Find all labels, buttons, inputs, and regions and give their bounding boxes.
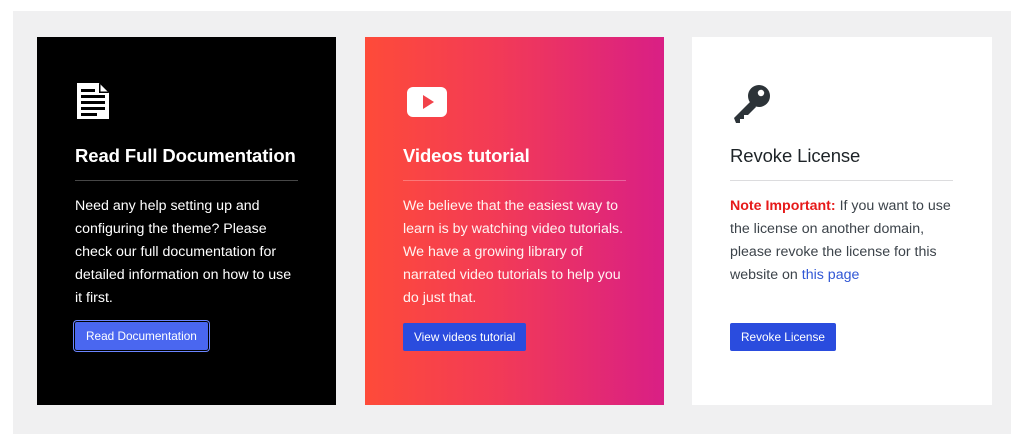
card-title: Read Full Documentation — [75, 145, 296, 166]
documentation-card: Read Full Documentation Need any help se… — [37, 37, 336, 405]
card-description: Need any help setting up and configuring… — [75, 198, 292, 306]
card-description: Note Important: If you want to use the l… — [730, 195, 956, 287]
note-label: Note Important: — [730, 198, 836, 214]
revoke-license-card: Revoke License Note Important: If you wa… — [692, 37, 992, 405]
play-video-icon — [403, 84, 451, 120]
divider — [403, 180, 626, 181]
divider — [730, 180, 953, 181]
view-videos-tutorial-button[interactable]: View videos tutorial — [403, 323, 527, 351]
document-icon — [75, 81, 111, 121]
card-title: Videos tutorial — [403, 145, 530, 166]
help-panel: Read Full Documentation Need any help se… — [13, 11, 1011, 434]
key-icon — [730, 81, 774, 125]
revoke-license-button[interactable]: Revoke License — [730, 323, 836, 351]
card-title: Revoke License — [730, 145, 861, 166]
divider — [75, 180, 298, 181]
card-description: We believe that the easiest way to learn… — [403, 198, 624, 306]
this-page-link[interactable]: this page — [802, 267, 860, 283]
videos-tutorial-card: Videos tutorial We believe that the easi… — [365, 37, 664, 405]
read-documentation-button[interactable]: Read Documentation — [75, 322, 208, 350]
